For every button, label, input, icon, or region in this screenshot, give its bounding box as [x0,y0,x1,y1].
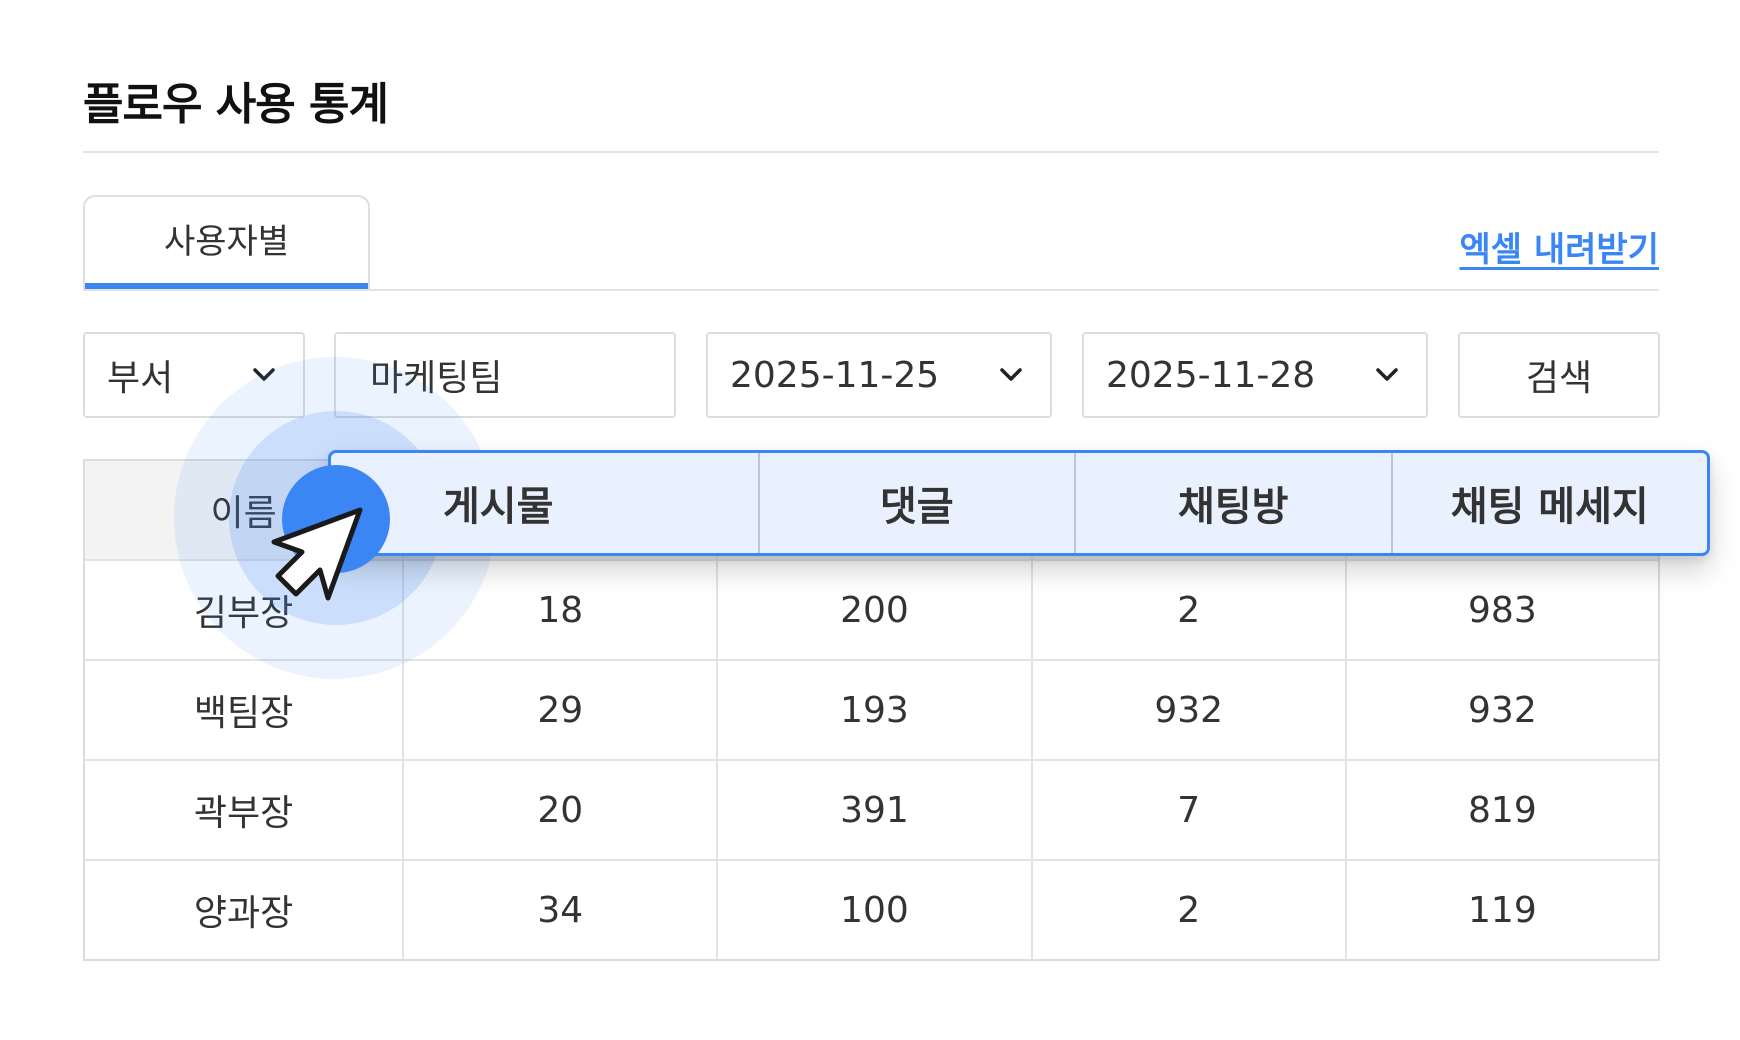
tab-by-user[interactable]: 사용자별 [83,195,370,290]
table-cell-comments: 100 [716,861,1030,959]
start-date-select[interactable]: 2025-11-25 [706,332,1052,418]
table-cell-chat-messages: 983 [1344,561,1658,659]
stats-page: 플로우 사용 통계 사용자별 엑셀 내려받기 부서 마케팅팀 2025-11-2… [0,0,1740,1040]
table-cell-chat-messages: 119 [1344,861,1658,959]
tab-divider [83,289,1659,291]
table-cell-chatrooms: 7 [1030,761,1345,859]
table-row: 양과장 34 100 2 119 [85,859,1658,959]
dragged-header-comments[interactable]: 댓글 [757,453,1075,553]
table-row: 곽부장 20 391 7 819 [85,759,1658,859]
table-cell-posts: 20 [402,761,716,859]
end-date-select[interactable]: 2025-11-28 [1082,332,1428,418]
table-cell-comments: 200 [716,561,1030,659]
table-cell-name: 양과장 [193,893,294,934]
table-cell-chat-messages: 932 [1344,661,1658,759]
start-date-value: 2025-11-25 [730,354,940,396]
excel-download-link[interactable]: 엑셀 내려받기 [1459,222,1659,271]
table-cell-posts: 34 [402,861,716,959]
table-cell-chat-messages: 819 [1344,761,1658,859]
table-cell-name: 곽부장 [193,793,294,834]
chevron-down-icon [1000,368,1022,381]
table-cell-comments: 193 [716,661,1030,759]
dragged-header-posts[interactable]: 게시물 [331,453,758,553]
dragged-header-chatrooms[interactable]: 채팅방 [1074,453,1391,553]
table-cell-comments: 391 [716,761,1030,859]
end-date-value: 2025-11-28 [1106,354,1316,396]
cursor-arrow-icon [271,507,363,601]
chevron-down-icon [1376,368,1398,381]
dragged-header-chat-messages[interactable]: 채팅 메세지 [1390,453,1708,553]
table-cell-chatrooms: 2 [1030,861,1345,959]
table-cell-posts: 29 [402,661,716,759]
dragged-column-headers[interactable]: 게시물 댓글 채팅방 채팅 메세지 [328,450,1710,556]
table-cell-chatrooms: 932 [1030,661,1345,759]
table-cell-chatrooms: 2 [1030,561,1345,659]
page-title: 플로우 사용 통계 [83,79,389,130]
title-divider [83,151,1659,153]
department-select-value: 부서 [107,358,174,399]
search-button-label: 검색 [1525,358,1593,399]
search-button[interactable]: 검색 [1458,332,1660,418]
